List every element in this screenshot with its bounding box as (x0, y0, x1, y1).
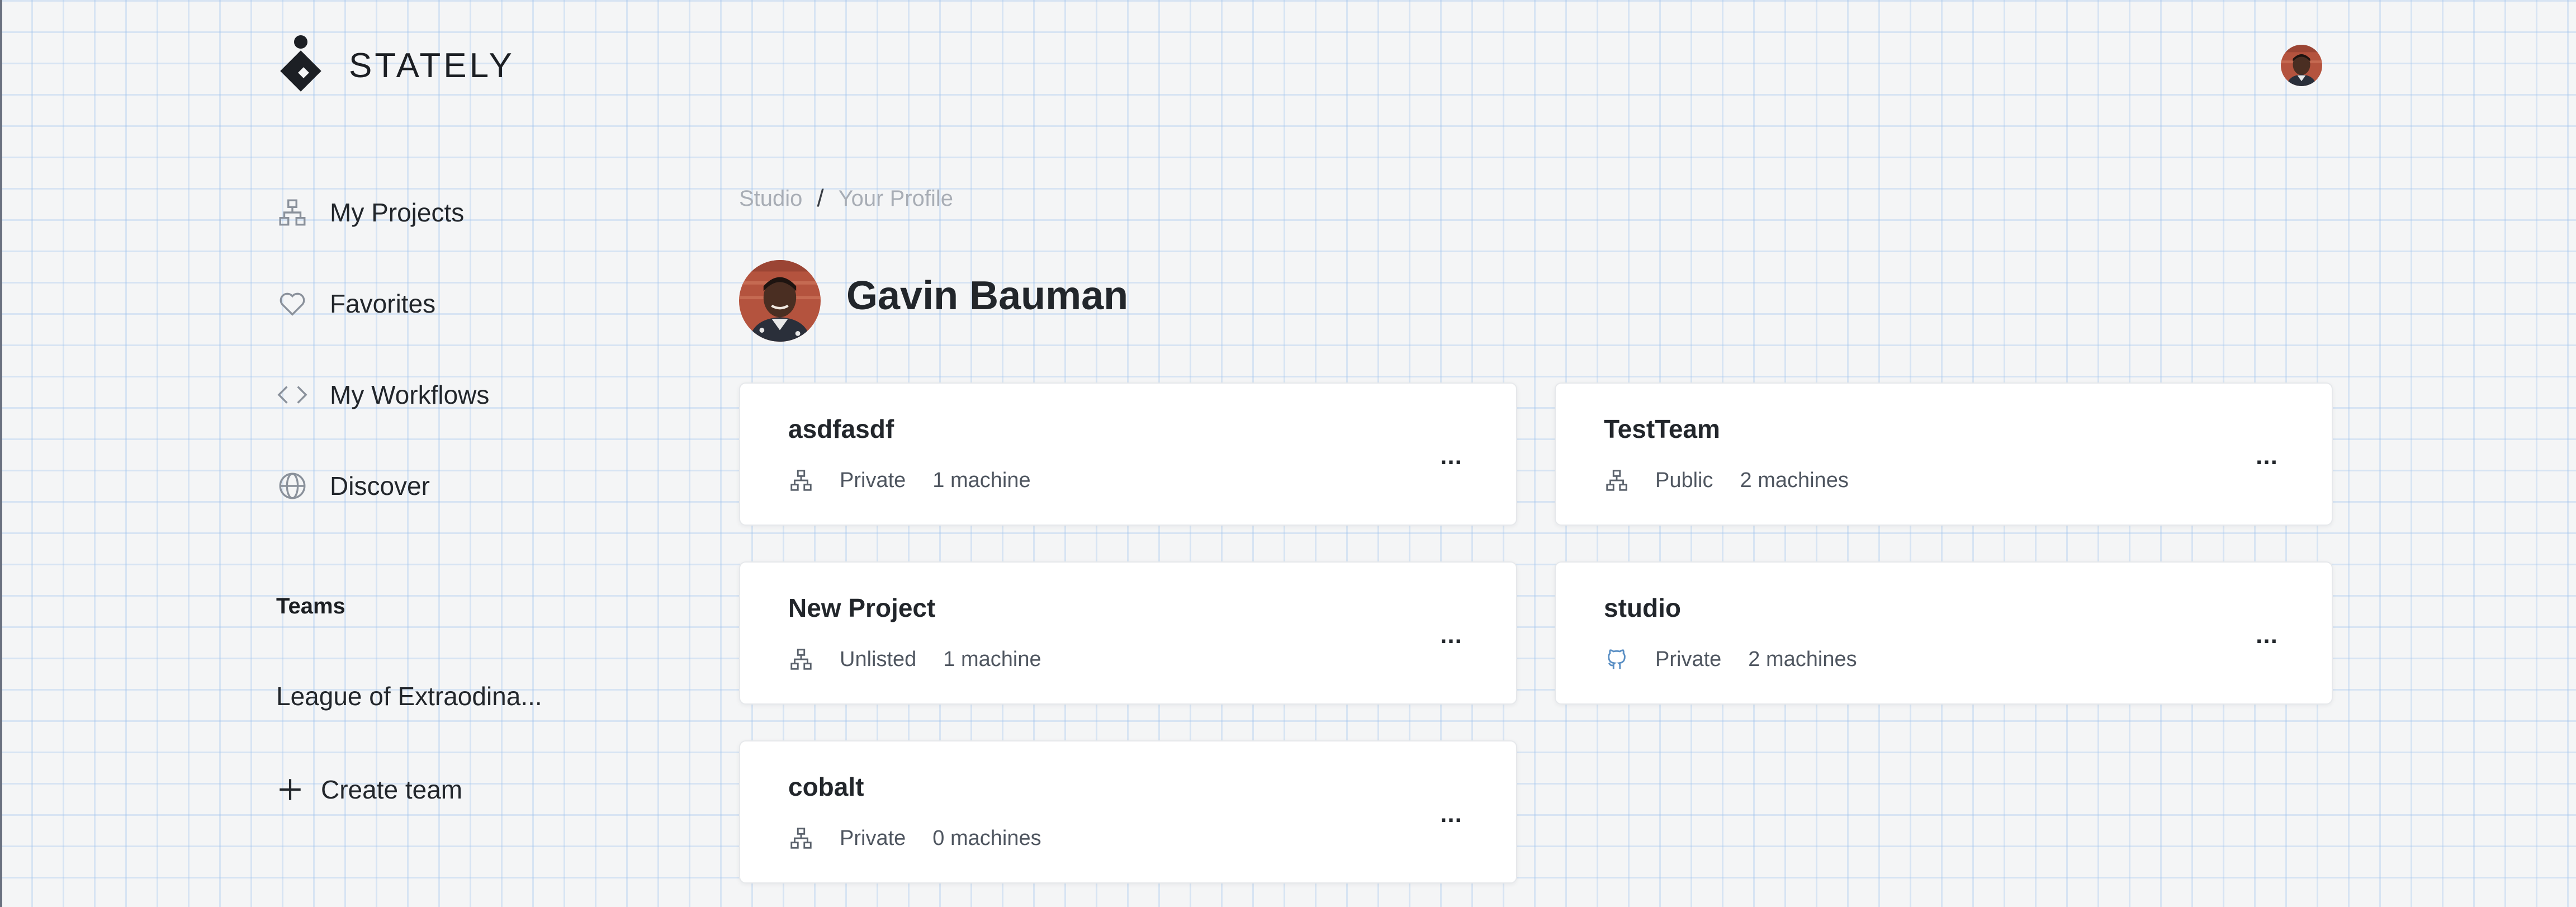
project-card[interactable]: asdfasdf Private 1 machine ... (739, 382, 1517, 526)
hierarchy-icon (788, 825, 814, 851)
project-title: TestTeam (1604, 414, 1720, 443)
sidebar-item-label: My Workflows (330, 380, 490, 409)
window-left-edge (0, 0, 2, 907)
sidebar-item-label: Discover (330, 471, 430, 500)
project-title: New Project (788, 593, 936, 622)
project-title: cobalt (788, 772, 864, 801)
breadcrumb-your-profile[interactable]: Your Profile (839, 186, 953, 211)
project-card[interactable]: studio Private 2 machines ... (1555, 561, 2333, 705)
sidebar-item-label: Favorites (330, 289, 436, 318)
hierarchy-icon (788, 467, 814, 493)
project-machine-count: 2 machines (1740, 468, 1849, 492)
project-meta: Private 0 machines (788, 825, 1041, 851)
project-meta: Unlisted 1 machine (788, 646, 1041, 672)
breadcrumb: Studio / Your Profile (739, 185, 953, 212)
project-card[interactable]: cobalt Private 0 machines ... (739, 740, 1517, 884)
profile-avatar (739, 260, 821, 342)
sidebar-item-my-workflows[interactable]: My Workflows (276, 372, 489, 417)
user-avatar-button[interactable] (2281, 45, 2322, 86)
hierarchy-icon (1604, 467, 1630, 493)
stately-logo[interactable]: STATELY (276, 32, 515, 98)
project-visibility: Private (1655, 647, 1722, 671)
profile-name: Gavin Bauman (846, 273, 1129, 318)
project-visibility: Private (840, 826, 906, 850)
create-team-button[interactable]: Create team (276, 767, 462, 812)
project-menu-button[interactable]: ... (2250, 442, 2284, 470)
project-menu-button[interactable]: ... (2250, 621, 2284, 649)
project-meta: Private 2 machines (1604, 646, 1857, 672)
project-title: studio (1604, 593, 1681, 622)
plus-icon (276, 776, 304, 804)
project-card[interactable]: TestTeam Public 2 machines ... (1555, 382, 2333, 526)
project-machine-count: 1 machine (932, 468, 1031, 492)
logo-text: STATELY (349, 46, 515, 85)
sidebar-item-favorites[interactable]: Favorites (276, 281, 435, 326)
breadcrumb-separator: / (817, 185, 824, 212)
project-machine-count: 2 machines (1748, 647, 1857, 671)
project-menu-button[interactable]: ... (1434, 442, 1468, 470)
breadcrumb-studio[interactable]: Studio (739, 186, 802, 211)
github-icon (1604, 646, 1630, 672)
project-meta: Private 1 machine (788, 467, 1031, 493)
avatar-image (2281, 45, 2322, 86)
project-machine-count: 0 machines (932, 826, 1041, 850)
create-team-label: Create team (321, 775, 463, 804)
project-visibility: Private (840, 468, 906, 492)
project-visibility: Unlisted (840, 647, 917, 671)
code-icon (276, 379, 309, 411)
sidebar-team-item[interactable]: League of Extraodina... (276, 681, 542, 711)
profile-avatar-image (739, 260, 821, 342)
project-title: asdfasdf (788, 414, 894, 443)
project-card[interactable]: New Project Unlisted 1 machine ... (739, 561, 1517, 705)
teams-heading: Teams (276, 594, 345, 618)
stately-logo-icon (280, 35, 321, 92)
project-menu-button[interactable]: ... (1434, 800, 1468, 828)
project-visibility: Public (1655, 468, 1713, 492)
globe-icon (276, 470, 309, 502)
sidebar-item-discover[interactable]: Discover (276, 464, 430, 508)
sidebar-item-my-projects[interactable]: My Projects (276, 190, 464, 235)
project-meta: Public 2 machines (1604, 467, 1849, 493)
sidebar-item-label: My Projects (330, 198, 465, 227)
project-machine-count: 1 machine (943, 647, 1041, 671)
hierarchy-icon (276, 196, 309, 229)
heart-icon (276, 287, 309, 320)
project-menu-button[interactable]: ... (1434, 621, 1468, 649)
hierarchy-icon (788, 646, 814, 672)
